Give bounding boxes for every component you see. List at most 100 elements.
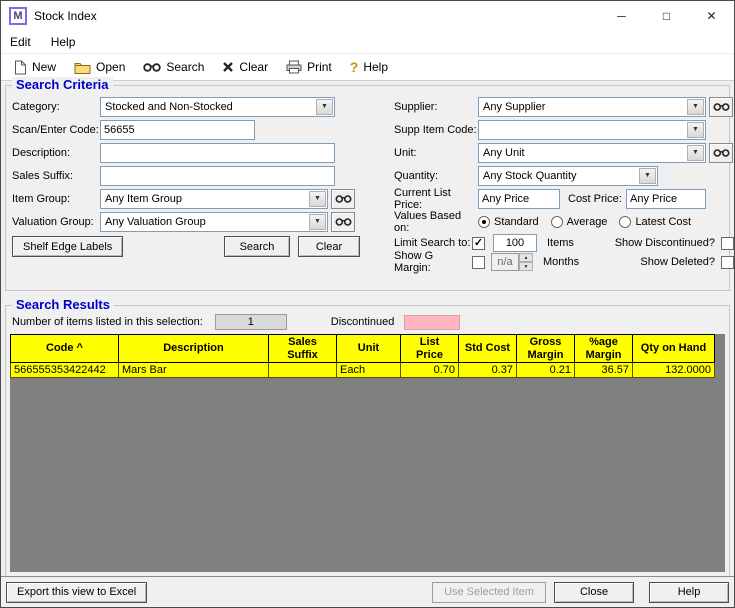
- limit-search-checkbox[interactable]: ✓: [472, 237, 485, 250]
- toolbar-new-label: New: [32, 60, 56, 74]
- toolbar-clear-label: Clear: [239, 60, 268, 74]
- radio-latest-cost[interactable]: [619, 216, 631, 228]
- chevron-down-icon: ▼: [687, 99, 704, 115]
- export-to-excel-button[interactable]: Export this view to Excel: [6, 582, 147, 603]
- toolbar-print-button[interactable]: Print: [277, 57, 341, 77]
- criteria-right-column: Supplier: Any Supplier ▼ Supp Item Code:…: [394, 96, 734, 272]
- criteria-buttons-row: Shelf Edge Labels Search Clear: [12, 236, 360, 257]
- supplier-label: Supplier:: [394, 101, 478, 113]
- header-qty-on-hand[interactable]: Qty on Hand: [633, 335, 715, 363]
- supplier-row: Supplier: Any Supplier ▼: [394, 96, 734, 117]
- printer-icon: [286, 60, 302, 74]
- category-row: Category: Stocked and Non-Stocked ▼: [12, 96, 364, 117]
- open-folder-icon: [74, 61, 91, 74]
- help-question-icon: ?: [350, 60, 359, 74]
- header-code[interactable]: Code ^: [11, 335, 119, 363]
- close-window-button[interactable]: ✕: [689, 1, 734, 31]
- app-window: M Stock Index ─ □ ✕ Edit Help New Open: [0, 0, 735, 608]
- item-group-value: Any Item Group: [101, 190, 308, 208]
- maximize-button[interactable]: □: [644, 1, 689, 31]
- toolbar-new-button[interactable]: New: [5, 57, 65, 78]
- header-sales-suffix[interactable]: Sales Suffix: [269, 335, 337, 363]
- header-description[interactable]: Description: [119, 335, 269, 363]
- limit-search-count-input[interactable]: [493, 234, 537, 252]
- unit-label: Unit:: [394, 147, 478, 159]
- header-gross-margin[interactable]: Gross Margin: [517, 335, 575, 363]
- table-header-row: Code ^ Description Sales Suffix Unit Lis…: [11, 335, 715, 363]
- supp-item-code-value: [479, 121, 686, 139]
- toolbar-clear-button[interactable]: Clear: [213, 57, 277, 77]
- g-margin-months-spinner: n/a ▲ ▼: [491, 253, 533, 271]
- search-criteria-section: Search Criteria Category: Stocked and No…: [5, 85, 730, 291]
- show-deleted-checkbox[interactable]: [721, 256, 734, 269]
- use-selected-item-button[interactable]: Use Selected Item: [432, 582, 546, 603]
- radio-average[interactable]: [551, 216, 563, 228]
- unit-value: Any Unit: [479, 144, 686, 162]
- radio-standard[interactable]: [478, 216, 490, 228]
- show-g-margin-checkbox[interactable]: [472, 256, 485, 269]
- item-group-lookup-button[interactable]: [331, 189, 355, 209]
- scan-code-input[interactable]: [100, 120, 255, 140]
- valuation-group-lookup-button[interactable]: [331, 212, 355, 232]
- unit-select[interactable]: Any Unit ▼: [478, 143, 706, 163]
- description-label: Description:: [12, 147, 100, 159]
- radio-average-label: Average: [567, 216, 608, 228]
- chevron-down-icon: ▼: [639, 168, 656, 184]
- values-based-on-row: Values Based on: Standard Average Latest…: [394, 211, 734, 232]
- current-list-price-input[interactable]: [478, 189, 560, 209]
- description-row: Description:: [12, 142, 364, 163]
- radio-latest-cost-label: Latest Cost: [635, 216, 691, 228]
- cell-list-price: 0.70: [401, 363, 459, 378]
- toolbar-open-button[interactable]: Open: [65, 57, 134, 77]
- results-grid-area: Code ^ Description Sales Suffix Unit Lis…: [10, 334, 725, 572]
- items-label: Items: [547, 237, 574, 249]
- header-pct-margin[interactable]: %age Margin: [575, 335, 633, 363]
- table-row[interactable]: 566555353422442 Mars Bar Each 0.70 0.37 …: [11, 363, 715, 378]
- toolbar-help-button[interactable]: ? Help: [341, 57, 397, 77]
- supplier-lookup-button[interactable]: [709, 97, 733, 117]
- spin-up-icon[interactable]: ▲: [519, 253, 533, 262]
- chevron-down-icon: ▼: [309, 214, 326, 230]
- valuation-group-select[interactable]: Any Valuation Group ▼: [100, 212, 328, 232]
- show-discontinued-checkbox[interactable]: [721, 237, 734, 250]
- new-document-icon: [14, 60, 27, 75]
- supp-item-code-select[interactable]: ▼: [478, 120, 706, 140]
- close-button[interactable]: Close: [554, 582, 634, 603]
- header-std-cost[interactable]: Std Cost: [459, 335, 517, 363]
- shelf-edge-labels-button[interactable]: Shelf Edge Labels: [12, 236, 123, 257]
- unit-lookup-button[interactable]: [709, 143, 733, 163]
- prices-row: Current List Price: Cost Price:: [394, 188, 734, 209]
- g-margin-months-value[interactable]: n/a: [491, 253, 519, 271]
- sales-suffix-input[interactable]: [100, 166, 335, 186]
- show-g-margin-label: Show G Margin:: [394, 250, 472, 274]
- menu-edit[interactable]: Edit: [10, 35, 31, 49]
- quantity-select[interactable]: Any Stock Quantity ▼: [478, 166, 658, 186]
- unit-row: Unit: Any Unit ▼: [394, 142, 734, 163]
- menu-help[interactable]: Help: [51, 35, 76, 49]
- discontinued-legend-label: Discontinued: [331, 316, 395, 328]
- spin-down-icon[interactable]: ▼: [519, 262, 533, 271]
- cost-price-input[interactable]: [626, 189, 706, 209]
- item-group-select[interactable]: Any Item Group ▼: [100, 189, 328, 209]
- app-logo-icon: M: [9, 7, 27, 25]
- minimize-button[interactable]: ─: [599, 1, 644, 31]
- search-button[interactable]: Search: [224, 236, 290, 257]
- clear-button[interactable]: Clear: [298, 236, 360, 257]
- cell-description: Mars Bar: [119, 363, 269, 378]
- header-unit[interactable]: Unit: [337, 335, 401, 363]
- quantity-value: Any Stock Quantity: [479, 167, 638, 185]
- help-button[interactable]: Help: [649, 582, 729, 603]
- valuation-group-label: Valuation Group:: [12, 216, 100, 228]
- toolbar-search-button[interactable]: Search: [134, 57, 213, 77]
- toolbar-open-label: Open: [96, 60, 125, 74]
- supplier-value: Any Supplier: [479, 98, 686, 116]
- description-input[interactable]: [100, 143, 335, 163]
- menubar: Edit Help: [1, 31, 734, 53]
- supplier-select[interactable]: Any Supplier ▼: [478, 97, 706, 117]
- titlebar: M Stock Index ─ □ ✕: [1, 1, 734, 31]
- category-select[interactable]: Stocked and Non-Stocked ▼: [100, 97, 335, 117]
- cell-std-cost: 0.37: [459, 363, 517, 378]
- cost-price-label: Cost Price:: [568, 193, 626, 205]
- header-list-price[interactable]: List Price: [401, 335, 459, 363]
- toolbar-help-label: Help: [363, 60, 388, 74]
